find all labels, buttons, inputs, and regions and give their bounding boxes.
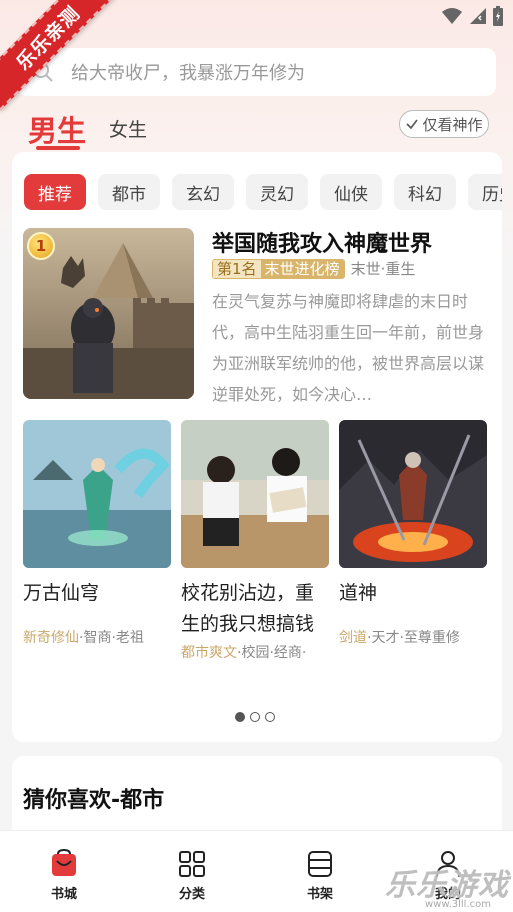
nav-label: 书架 (306, 887, 333, 902)
only-masterpiece-toggle[interactable]: 仅看神作 (399, 110, 489, 138)
book-title: 校花别沾边，重生的我只想搞钱 (181, 582, 315, 635)
guess-title: 猜你喜欢-都市 (23, 788, 165, 813)
book-tag-rest: ·校园·经商· (237, 645, 307, 661)
nav-label: 书城 (50, 887, 77, 902)
carousel-dots (235, 712, 275, 722)
featured-genre: 末世·重生 (350, 260, 416, 278)
watermark-url: www.3lll.com (424, 899, 491, 910)
featured-tags: 第1名 末世进化榜 末世·重生 (212, 258, 415, 279)
rank-badge: 1 (27, 232, 55, 260)
bookstore-icon (52, 849, 76, 876)
book-tag-primary: 新奇修仙 (23, 630, 79, 646)
rank-tag-position: 第1名 (213, 259, 261, 278)
chip-fantasy[interactable]: 玄幻 (172, 174, 234, 210)
nav-category[interactable]: 分类 (162, 849, 222, 902)
battery-icon (493, 6, 503, 26)
rank-tag: 第1名 末世进化榜 (212, 258, 345, 279)
featured-book-cover[interactable]: 1 (23, 228, 194, 399)
category-chips: 推荐 都市 玄幻 灵幻 仙侠 科幻 历史 (24, 174, 502, 210)
book-tags: 新奇修仙·智商·老祖 (23, 627, 171, 647)
nav-bookstore[interactable]: 书城 (34, 849, 94, 902)
book-tag-primary: 都市爽文 (181, 645, 237, 661)
grid-icon (179, 851, 205, 877)
book-cover (339, 420, 487, 568)
bottom-nav: 书城 分类 书架 我的 乐乐游戏 www.3lll.com (0, 830, 513, 912)
carousel-dot[interactable] (265, 712, 275, 722)
book-tag-rest: ·天才·至尊重修 (367, 630, 460, 646)
chip-history[interactable]: 历史 (468, 174, 502, 210)
book-tag-primary: 剑道 (339, 630, 367, 646)
book-item[interactable]: 校花别沾边，重生的我只想搞钱 都市爽文·校园·经商· (181, 420, 329, 662)
book-tag-rest: ·智商·老祖 (79, 630, 144, 646)
nav-bookshelf[interactable]: 书架 (290, 849, 350, 902)
book-item[interactable]: 道神 剑道·天才·至尊重修 (339, 420, 487, 647)
featured-description: 在灵气复苏与神魔即将肆虐的末日时代，高中生陆羽重生回一年前，前世身为亚洲联军统帅… (212, 292, 485, 404)
book-item[interactable]: 万古仙穹 新奇修仙·智商·老祖 (23, 420, 171, 647)
nav-label: 分类 (178, 887, 205, 902)
tab-male[interactable]: 男生 (28, 108, 86, 150)
status-icons (441, 6, 503, 26)
book-tags: 剑道·天才·至尊重修 (339, 627, 487, 647)
chip-spirit[interactable]: 灵幻 (246, 174, 308, 210)
carousel-dot[interactable] (235, 712, 245, 722)
book-title: 万古仙穹 (23, 582, 100, 604)
search-bar[interactable]: 给大帝收尸，我暴涨万年修为 (17, 48, 496, 96)
signal-icon (470, 8, 486, 24)
book-cover (181, 420, 329, 568)
watermark-logo: 乐乐游戏 (385, 868, 509, 903)
search-placeholder: 给大帝收尸，我暴涨万年修为 (71, 63, 305, 84)
chip-recommend[interactable]: 推荐 (24, 174, 86, 210)
bookshelf-icon (308, 851, 332, 877)
chip-xianxia[interactable]: 仙侠 (320, 174, 382, 210)
tab-female[interactable]: 女生 (109, 115, 147, 142)
book-cover (23, 420, 171, 568)
active-tab-indicator (36, 146, 80, 150)
chip-urban[interactable]: 都市 (98, 174, 160, 210)
book-tags: 都市爽文·校园·经商· (181, 642, 329, 662)
featured-title[interactable]: 举国随我攻入神魔世界 (212, 226, 432, 258)
chip-scifi[interactable]: 科幻 (394, 174, 456, 210)
book-title: 道神 (339, 582, 378, 604)
check-icon (406, 119, 419, 130)
wifi-icon (442, 8, 462, 24)
only-masterpiece-label: 仅看神作 (422, 115, 483, 134)
carousel-dot[interactable] (250, 712, 260, 722)
rank-tag-list: 末世进化榜 (260, 259, 344, 278)
recommend-card: 推荐 都市 玄幻 灵幻 仙侠 科幻 历史 1 举国随我 (12, 152, 502, 742)
